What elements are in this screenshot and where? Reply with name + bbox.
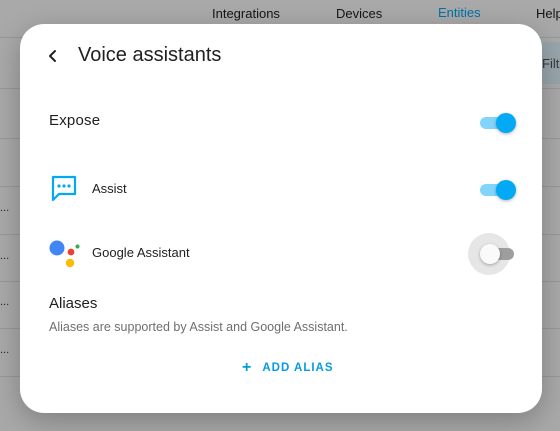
- expose-toggle[interactable]: [478, 111, 518, 135]
- add-alias-button[interactable]: + ADD ALIAS: [242, 358, 334, 378]
- expose-label: Expose: [49, 112, 101, 129]
- assist-toggle[interactable]: [478, 178, 518, 202]
- assist-chat-icon: [51, 175, 77, 202]
- dialog-title: Voice assistants: [78, 44, 222, 66]
- assistant-label-google: Google Assistant: [92, 245, 190, 260]
- assistant-label-assist: Assist: [92, 181, 127, 196]
- aliases-description: Aliases are supported by Assist and Goog…: [49, 320, 348, 334]
- add-alias-label: ADD ALIAS: [262, 362, 334, 374]
- plus-icon: +: [242, 359, 253, 376]
- aliases-heading: Aliases: [49, 295, 98, 312]
- chevron-left-icon: [49, 50, 56, 62]
- voice-assistants-dialog: Voice assistants Expose Assist Google As…: [20, 24, 542, 413]
- back-button[interactable]: [40, 43, 66, 69]
- toggle-thumb: [480, 244, 500, 264]
- google-assistant-toggle[interactable]: [480, 242, 520, 266]
- google-assistant-icon: [49, 240, 80, 268]
- toggle-thumb: [496, 180, 516, 200]
- toggle-thumb: [496, 113, 516, 133]
